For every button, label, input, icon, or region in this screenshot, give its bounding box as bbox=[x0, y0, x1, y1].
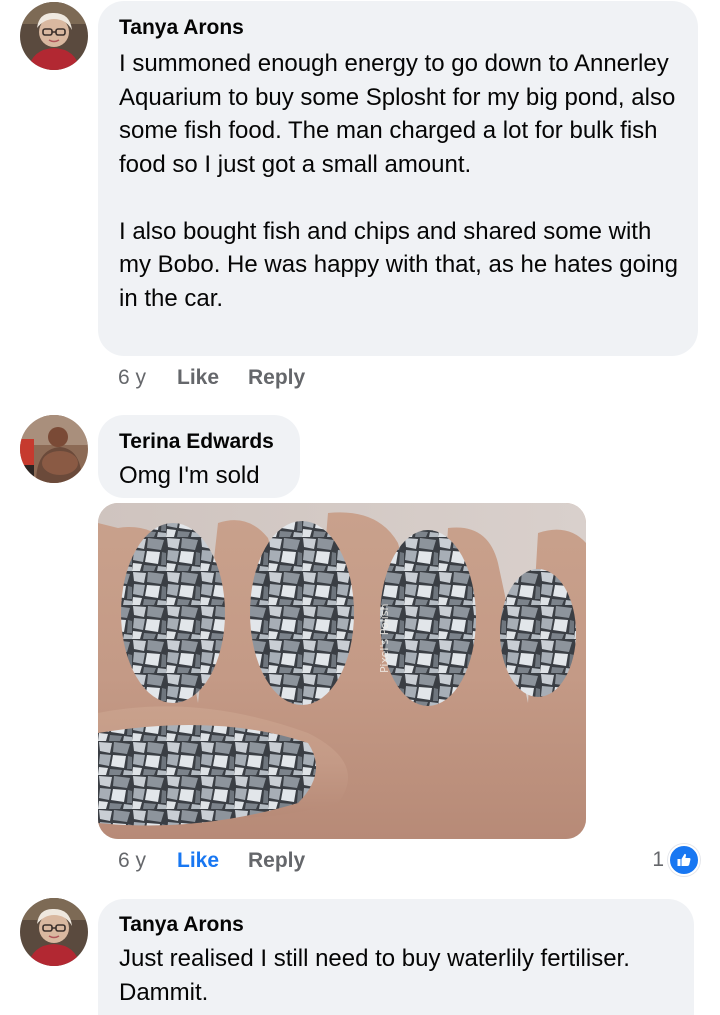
comment-text: Just realised I still need to buy waterl… bbox=[119, 945, 630, 1006]
comment-author[interactable]: Tanya Arons bbox=[119, 912, 674, 938]
reply-button[interactable]: Reply bbox=[248, 848, 305, 874]
comment-author[interactable]: Terina Edwards bbox=[119, 429, 280, 455]
like-button[interactable]: Like bbox=[177, 848, 219, 874]
comment-actions: 6 y Like Reply bbox=[0, 848, 720, 874]
like-button[interactable]: Like bbox=[177, 365, 219, 391]
comment-author[interactable]: Tanya Arons bbox=[119, 15, 678, 41]
comment-photo[interactable]: Pixel's Polish bbox=[98, 503, 586, 839]
reaction-summary[interactable]: 1 bbox=[652, 844, 700, 876]
thumbs-up-icon bbox=[668, 844, 700, 876]
comment-actions: 6 y Like Reply bbox=[0, 365, 720, 391]
photo-watermark: Pixel's Polish bbox=[378, 603, 391, 673]
comment-bubble: Tanya Arons I summoned enough energy to … bbox=[98, 1, 698, 356]
reply-button[interactable]: Reply bbox=[248, 365, 305, 391]
comment-paragraph: I also bought fish and chips and shared … bbox=[119, 217, 678, 312]
comment-text: I summoned enough energy to go down to A… bbox=[119, 47, 678, 315]
comment-bubble: Terina Edwards Omg I'm sold bbox=[98, 415, 300, 498]
comment-timestamp[interactable]: 6 y bbox=[118, 365, 146, 391]
comment-paragraph: I summoned enough energy to go down to A… bbox=[119, 50, 676, 178]
avatar-terina-edwards[interactable] bbox=[20, 415, 88, 483]
comment-bubble: Tanya Arons Just realised I still need t… bbox=[98, 899, 694, 1015]
avatar-tanya-arons[interactable] bbox=[20, 2, 88, 70]
reaction-count: 1 bbox=[652, 848, 664, 871]
avatar-tanya-arons[interactable] bbox=[20, 898, 88, 966]
comment-text: Omg I'm sold bbox=[119, 462, 260, 489]
comment-timestamp[interactable]: 6 y bbox=[118, 848, 146, 874]
